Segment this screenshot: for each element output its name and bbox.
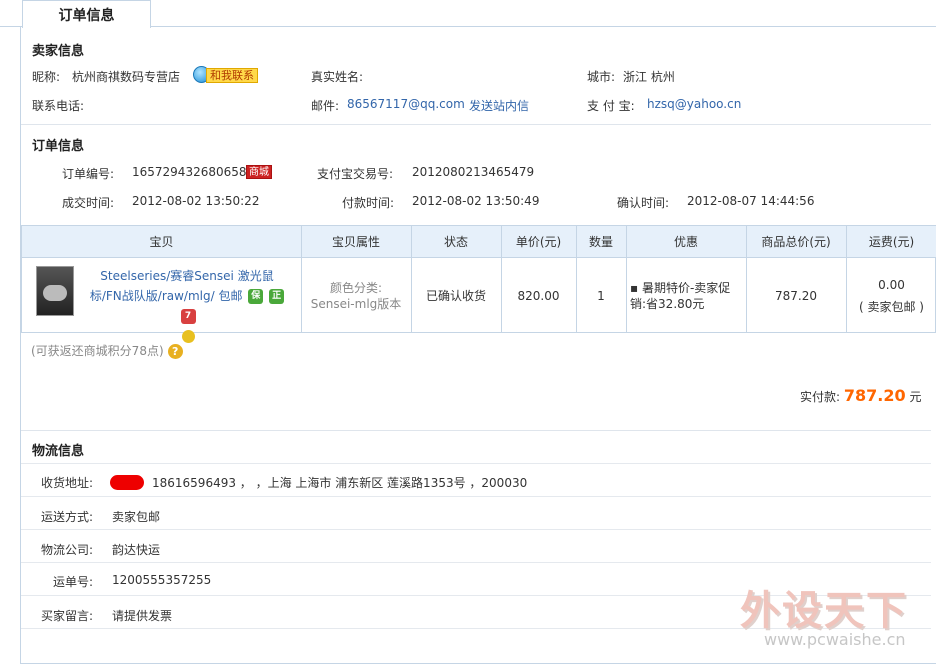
shipping-address: 18616596493 ， ，上海 上海市 浦东新区 莲溪路1353号 ，200… (152, 476, 528, 490)
payment-amount: 787.20 (843, 386, 906, 405)
deal-time-label: 成交时间: (62, 196, 115, 210)
buyer-message: 请提供发票 (112, 609, 173, 623)
row-divider (21, 562, 931, 563)
header-item: 宝贝 (149, 235, 174, 249)
ship-method: 卖家包邮 (112, 510, 161, 524)
ship-method-label: 运送方式: (41, 510, 94, 524)
watermark-title: 外设天下 (740, 587, 908, 634)
header-quantity: 数量 (588, 235, 613, 249)
seller-email-link[interactable]: 86567117@qq.com (347, 97, 465, 111)
phone-label: 联系电话: (32, 99, 85, 113)
watermark-url: www.pcwaishe.cn (764, 630, 906, 649)
tab-order-info[interactable]: 订单信息 (22, 0, 151, 28)
order-section-title: 订单信息 (32, 139, 85, 154)
points-note-text: (可获返还商城积分78点) (31, 344, 164, 358)
tab-bar: 订单信息 (0, 0, 936, 28)
guarantee-icon[interactable]: 保 (248, 289, 264, 304)
order-number: 165729432680658 (132, 165, 247, 179)
total-cell: 787.20 (775, 288, 817, 303)
shipping-cell: 0.00 ( 卖家包邮 ) (846, 258, 936, 333)
courier-label: 物流公司: (41, 543, 94, 557)
trade-no-label: 支付宝交易号: (317, 167, 394, 181)
mall-badge-label: 商城 (246, 164, 272, 179)
status-cell: 已确认收货 (425, 289, 486, 303)
send-message-link[interactable]: 发送站内信 (469, 97, 529, 114)
contact-button-label: 和我联系 (206, 68, 258, 83)
row-divider (21, 529, 931, 530)
pay-time: 2012-08-02 13:50:49 (412, 194, 540, 208)
discount-value: 暑期特价-卖家促销:省32.80元 (630, 280, 731, 311)
row-divider (21, 496, 931, 497)
seven-day-return-icon[interactable]: 7 (180, 309, 196, 324)
seller-city: 浙江 杭州 (623, 70, 675, 84)
quantity-cell: 1 (597, 288, 605, 303)
order-items-table: 宝贝 宝贝属性 状态 单价(元) 数量 优惠 商品总价(元) 运费(元) Ste… (21, 225, 936, 343)
city-label: 城市: (587, 70, 616, 84)
order-no-label: 订单编号: (62, 167, 115, 181)
alipay-trade-number: 2012080213465479 (412, 165, 535, 179)
points-note: (可获返还商城积分78点)? (31, 342, 183, 359)
divider (21, 430, 931, 431)
shipping-fee: 0.00 (878, 277, 905, 292)
shipping-note: ( 卖家包邮 ) (859, 299, 924, 314)
email-label: 邮件: (311, 99, 340, 113)
buyer-message-label: 买家留言: (41, 609, 94, 623)
deal-time: 2012-08-02 13:50:22 (132, 194, 260, 208)
tracking-number: 1200555357255 (112, 573, 212, 587)
row-divider (21, 463, 931, 464)
mall-badge: 商城 (246, 164, 272, 179)
product-title-link[interactable]: Steelseries/赛睿Sensei 激光鼠标/FN战队版/raw/mlg/… (87, 266, 287, 346)
attr-value: Sensei-mlg版本 (310, 296, 402, 311)
payment-label: 实付款: (800, 390, 841, 404)
genuine-icon[interactable]: 正 (269, 289, 285, 304)
attr-label: 颜色分类: (329, 280, 383, 295)
header-total: 商品总价(元) (761, 235, 831, 249)
payment-unit: 元 (909, 390, 922, 404)
unit-price-cell: 820.00 (517, 288, 560, 303)
payment-total: 实付款: 787.20 元 (800, 386, 921, 405)
header-unit-price: 单价(元) (515, 235, 562, 249)
divider (21, 124, 931, 125)
confirm-time: 2012-08-07 14:44:56 (687, 194, 815, 208)
header-status: 状态 (443, 235, 468, 249)
watermark-logo: 外设天下 www.pcwaishe.cn (740, 578, 908, 649)
discount-cell: ▪ 暑期特价-卖家促销:省32.80元 (626, 258, 746, 333)
tracking-label: 运单号: (53, 575, 94, 589)
service-badge-icon[interactable] (181, 330, 195, 343)
realname-label: 真实姓名: (311, 70, 364, 84)
pay-time-label: 付款时间: (342, 196, 395, 210)
confirm-time-label: 确认时间: (617, 196, 670, 210)
header-shipping: 运费(元) (868, 235, 915, 249)
nickname-label: 昵称: (32, 70, 61, 84)
discount-text: ▪ 暑期特价-卖家促销:省32.80元 (630, 280, 731, 311)
seller-section-title: 卖家信息 (32, 44, 85, 59)
help-icon[interactable]: ? (167, 344, 183, 359)
header-discount: 优惠 (673, 235, 698, 249)
logistics-section-title: 物流信息 (32, 444, 85, 459)
product-title[interactable]: Steelseries/赛睿Sensei 激光鼠标/FN战队版/raw/mlg/… (90, 269, 274, 303)
redacted-name (110, 475, 144, 490)
product-thumbnail[interactable] (36, 266, 74, 316)
courier-company: 韵达快运 (112, 543, 161, 557)
address-label: 收货地址: (41, 476, 94, 490)
attributes-cell: 颜色分类: Sensei-mlg版本 (301, 258, 411, 333)
header-attributes: 宝贝属性 (331, 235, 380, 249)
seller-alipay-link[interactable]: hzsq@yahoo.cn (647, 97, 741, 111)
item-cell: Steelseries/赛睿Sensei 激光鼠标/FN战队版/raw/mlg/… (22, 258, 301, 343)
alipay-label: 支 付 宝: (587, 99, 635, 113)
seller-nickname: 杭州商祺数码专营店 (72, 70, 181, 84)
